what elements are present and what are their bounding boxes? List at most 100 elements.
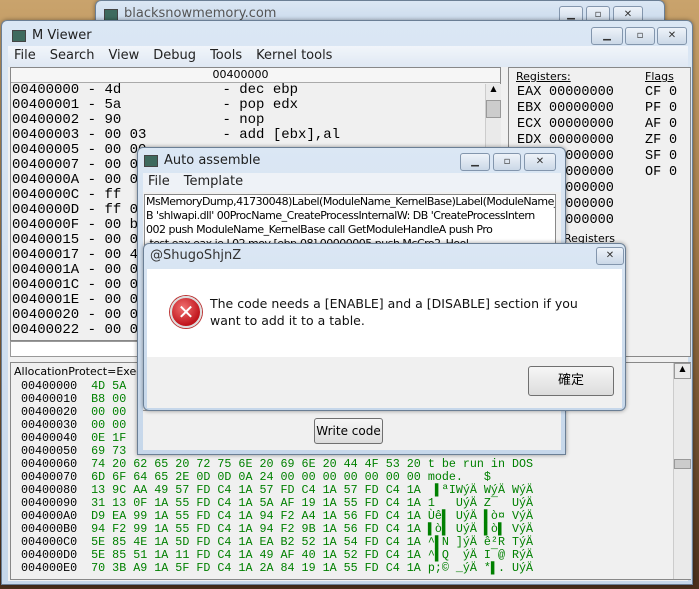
address: 00400022 <box>12 322 80 338</box>
disasm-row[interactable]: 00400003 - 00 03- add [ebx],al <box>12 128 500 143</box>
maximize-button[interactable]: ▫ <box>625 27 655 45</box>
close-button[interactable]: ✕ <box>524 153 556 171</box>
address: 00400080 <box>21 483 78 497</box>
bytes: 00 03 <box>104 127 147 143</box>
disasm-row[interactable]: 00400002 - 90- nop <box>12 113 500 128</box>
address: 00400070 <box>21 470 78 484</box>
window-title: blacksnowmemory.com <box>124 6 277 21</box>
bytes: 4d <box>104 82 122 98</box>
address: 00400007 <box>12 157 80 173</box>
ascii: t be run in DOS <box>427 457 534 471</box>
flag-value: 0 <box>669 101 678 116</box>
address: 0040001A <box>12 262 80 278</box>
address: 00400000 <box>12 82 80 98</box>
disasm-row[interactable]: 00400000 - 4d - dec ebp <box>12 83 500 98</box>
disasm-row[interactable]: 00400001 - 5a - pop edx <box>12 98 500 113</box>
ascii: ^▌Q ýÄ I¯@ RýÄ <box>427 548 534 562</box>
menu-tools[interactable]: Tools <box>210 48 242 63</box>
registers-label: Registers: <box>516 70 571 83</box>
ok-button[interactable]: 確定 <box>528 366 614 396</box>
maximize-button[interactable]: ▫ <box>493 153 521 171</box>
flag-name: OF <box>645 165 662 180</box>
address: 00400090 <box>21 496 78 510</box>
address: 004000C0 <box>21 535 78 549</box>
address: 00400060 <box>21 457 78 471</box>
instruction: pop edx <box>239 97 299 113</box>
instruction: dec ebp <box>239 82 299 98</box>
menu-template[interactable]: Template <box>184 174 243 189</box>
register-value: 00000000 <box>549 101 614 116</box>
register-value: 00000000 <box>549 117 614 132</box>
register-name: EBX <box>517 101 542 116</box>
app-icon <box>144 155 158 167</box>
minimize-button[interactable]: ▁ <box>591 27 623 45</box>
hex-scrollbar[interactable]: ▲ <box>673 363 691 579</box>
flag-value: 0 <box>669 85 678 100</box>
code-line: MsMemoryDump,41730048)Label(ModuleName_K… <box>146 195 556 208</box>
ascii: ▌ò▌ UýÄ ▌ò▌ VýÄ <box>427 522 534 536</box>
menu-file[interactable]: File <box>148 174 170 189</box>
register-value: 00000000 <box>549 133 614 148</box>
error-icon: ✕ <box>170 296 202 328</box>
hex-row[interactable]: 004000E0 70 3B A9 1A 5F FD C4 1A 2A 84 1… <box>21 562 690 575</box>
scroll-thumb[interactable] <box>486 100 501 118</box>
message-box: @ShugoShjnZ ✕ ✕ The code needs a [ENABLE… <box>143 243 626 411</box>
menu-kernel-tools[interactable]: Kernel tools <box>256 48 332 63</box>
hex-bytes: 5E 85 4E 1A 5D FD C4 1A EA B2 52 1A 54 F… <box>91 535 421 549</box>
menu-debug[interactable]: Debug <box>153 48 196 63</box>
address: 00400020 <box>12 307 80 323</box>
address: 0040000F <box>12 217 80 233</box>
flag-value: 0 <box>669 149 678 164</box>
close-button[interactable]: ✕ <box>657 27 687 45</box>
hex-bytes: 74 20 62 65 20 72 75 6E 20 69 6E 20 44 4… <box>91 457 421 471</box>
flag-row[interactable]: CF 0 <box>645 85 677 101</box>
menu-file[interactable]: File <box>14 48 36 63</box>
hex-bytes: 31 13 0F 1A 55 FD C4 1A 5A AF 19 1A 55 F… <box>91 496 421 510</box>
flag-name: SF <box>645 149 662 164</box>
disasm-header[interactable]: 00400000 <box>11 68 500 83</box>
dialog-title: @ShugoShjnZ <box>150 248 242 263</box>
hex-bytes: 94 F2 99 1A 55 FD C4 1A 94 F2 9B 1A 56 F… <box>91 522 421 536</box>
address: 0040001E <box>12 292 80 308</box>
close-button[interactable]: ✕ <box>596 247 624 265</box>
code-line: B 'shlwapi.dll' 00ProcName_CreateProcess… <box>146 209 535 222</box>
menu-bar: File Search View Debug Tools Kernel tools <box>8 46 688 67</box>
ascii: Ùê▌ UýÄ ▌ò¤ VýÄ <box>427 509 534 523</box>
write-code-button[interactable]: Write code <box>314 418 383 444</box>
address: 00400010 <box>21 392 78 406</box>
hex-bytes: 0E 1F <box>91 431 127 445</box>
address: 00400040 <box>21 431 78 445</box>
menu-view[interactable]: View <box>108 48 139 63</box>
address: 0040001C <box>12 277 80 293</box>
address: 00400000 <box>21 379 78 393</box>
address: 00400002 <box>12 112 80 128</box>
flag-row[interactable]: OF 0 <box>645 165 677 181</box>
flag-name: ZF <box>645 133 662 148</box>
menu-search[interactable]: Search <box>50 48 95 63</box>
flag-row[interactable]: SF 0 <box>645 149 677 165</box>
register-row[interactable]: EAX 00000000 <box>517 85 614 101</box>
address: 004000D0 <box>21 548 78 562</box>
hex-bytes: 00 00 <box>91 405 127 419</box>
flag-row[interactable]: ZF 0 <box>645 133 677 149</box>
menu-bar: File Template <box>143 173 561 192</box>
minimize-button[interactable]: ▁ <box>460 153 490 171</box>
hex-bytes: D9 EA 99 1A 55 FD C4 1A 94 F2 A4 1A 56 F… <box>91 509 421 523</box>
code-editor[interactable]: MsMemoryDump,41730048)Label(ModuleName_K… <box>144 194 556 246</box>
register-row[interactable]: ECX 00000000 <box>517 117 614 133</box>
address: 0040000C <box>12 187 80 203</box>
register-row[interactable]: EBX 00000000 <box>517 101 614 117</box>
hex-bytes: 13 9C AA 49 57 FD C4 1A 57 FD C4 1A 57 F… <box>91 483 421 497</box>
instruction: nop <box>239 112 265 128</box>
scroll-thumb[interactable] <box>674 459 691 469</box>
flag-row[interactable]: AF 0 <box>645 117 677 133</box>
address: 00400015 <box>12 232 80 248</box>
hex-bytes: 69 73 <box>91 444 127 458</box>
code-line: 002 push ModuleName_KernelBase call GetM… <box>146 223 493 236</box>
hex-bytes: 00 00 <box>91 418 127 432</box>
hex-bytes: 5E 85 51 1A 11 FD C4 1A 49 AF 40 1A 52 F… <box>91 548 421 562</box>
address: 00400020 <box>21 405 78 419</box>
flag-name: AF <box>645 117 662 132</box>
register-name: EAX <box>517 85 542 100</box>
flag-row[interactable]: PF 0 <box>645 101 677 117</box>
